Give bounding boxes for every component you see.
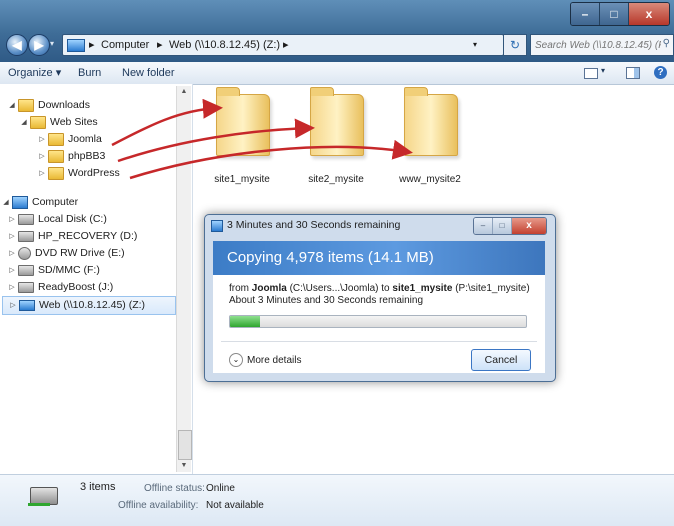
chevron-down-icon[interactable]: ⌄ bbox=[229, 353, 243, 367]
dialog-controls: – □ x bbox=[473, 217, 547, 235]
copy-progress-dialog: 3 Minutes and 30 Seconds remaining – □ x… bbox=[204, 214, 556, 382]
more-details-toggle[interactable]: ⌄ More details bbox=[229, 353, 301, 367]
item-count: 3 items bbox=[80, 481, 116, 493]
dialog-title: 3 Minutes and 30 Seconds remaining bbox=[227, 219, 401, 231]
to-path: (P:\site1_mysite) bbox=[455, 283, 530, 294]
more-details-label: More details bbox=[247, 354, 302, 366]
dialog-header: Copying 4,978 items (14.1 MB) bbox=[213, 241, 545, 275]
from-path: (C:\Users...\Joomla) to bbox=[289, 283, 390, 294]
dialog-body: from Joomla (C:\Users...\Joomla) to site… bbox=[213, 275, 545, 373]
drive-status-icon bbox=[28, 503, 50, 506]
dialog-maximize-button[interactable]: □ bbox=[493, 218, 512, 234]
dialog-minimize-button[interactable]: – bbox=[474, 218, 493, 234]
dialog-close-button[interactable]: x bbox=[512, 218, 546, 234]
from-name[interactable]: Joomla bbox=[252, 283, 287, 294]
copy-from-to: from Joomla (C:\Users...\Joomla) to site… bbox=[229, 283, 530, 294]
to-name[interactable]: site1_mysite bbox=[392, 283, 452, 294]
offline-availability-value: Not available bbox=[206, 500, 264, 511]
arrow-wordpress-to-www bbox=[129, 139, 413, 180]
from-label: from bbox=[229, 283, 249, 294]
details-pane: 3 items Offline status: Online Offline a… bbox=[0, 474, 674, 526]
copy-heading: Copying 4,978 items (14.1 MB) bbox=[227, 249, 434, 266]
progress-fill bbox=[230, 316, 260, 327]
copy-icon bbox=[211, 220, 223, 232]
time-remaining: About 3 Minutes and 30 Seconds remaining bbox=[229, 295, 424, 306]
offline-status-value: Online bbox=[206, 483, 235, 494]
arrow-phpbb3-to-site2 bbox=[117, 118, 315, 163]
cancel-button[interactable]: Cancel bbox=[471, 349, 531, 371]
progress-bar bbox=[229, 315, 527, 328]
divider bbox=[221, 341, 537, 342]
offline-availability-label: Offline availability: bbox=[118, 500, 199, 511]
offline-status-label: Offline status: bbox=[144, 483, 205, 494]
